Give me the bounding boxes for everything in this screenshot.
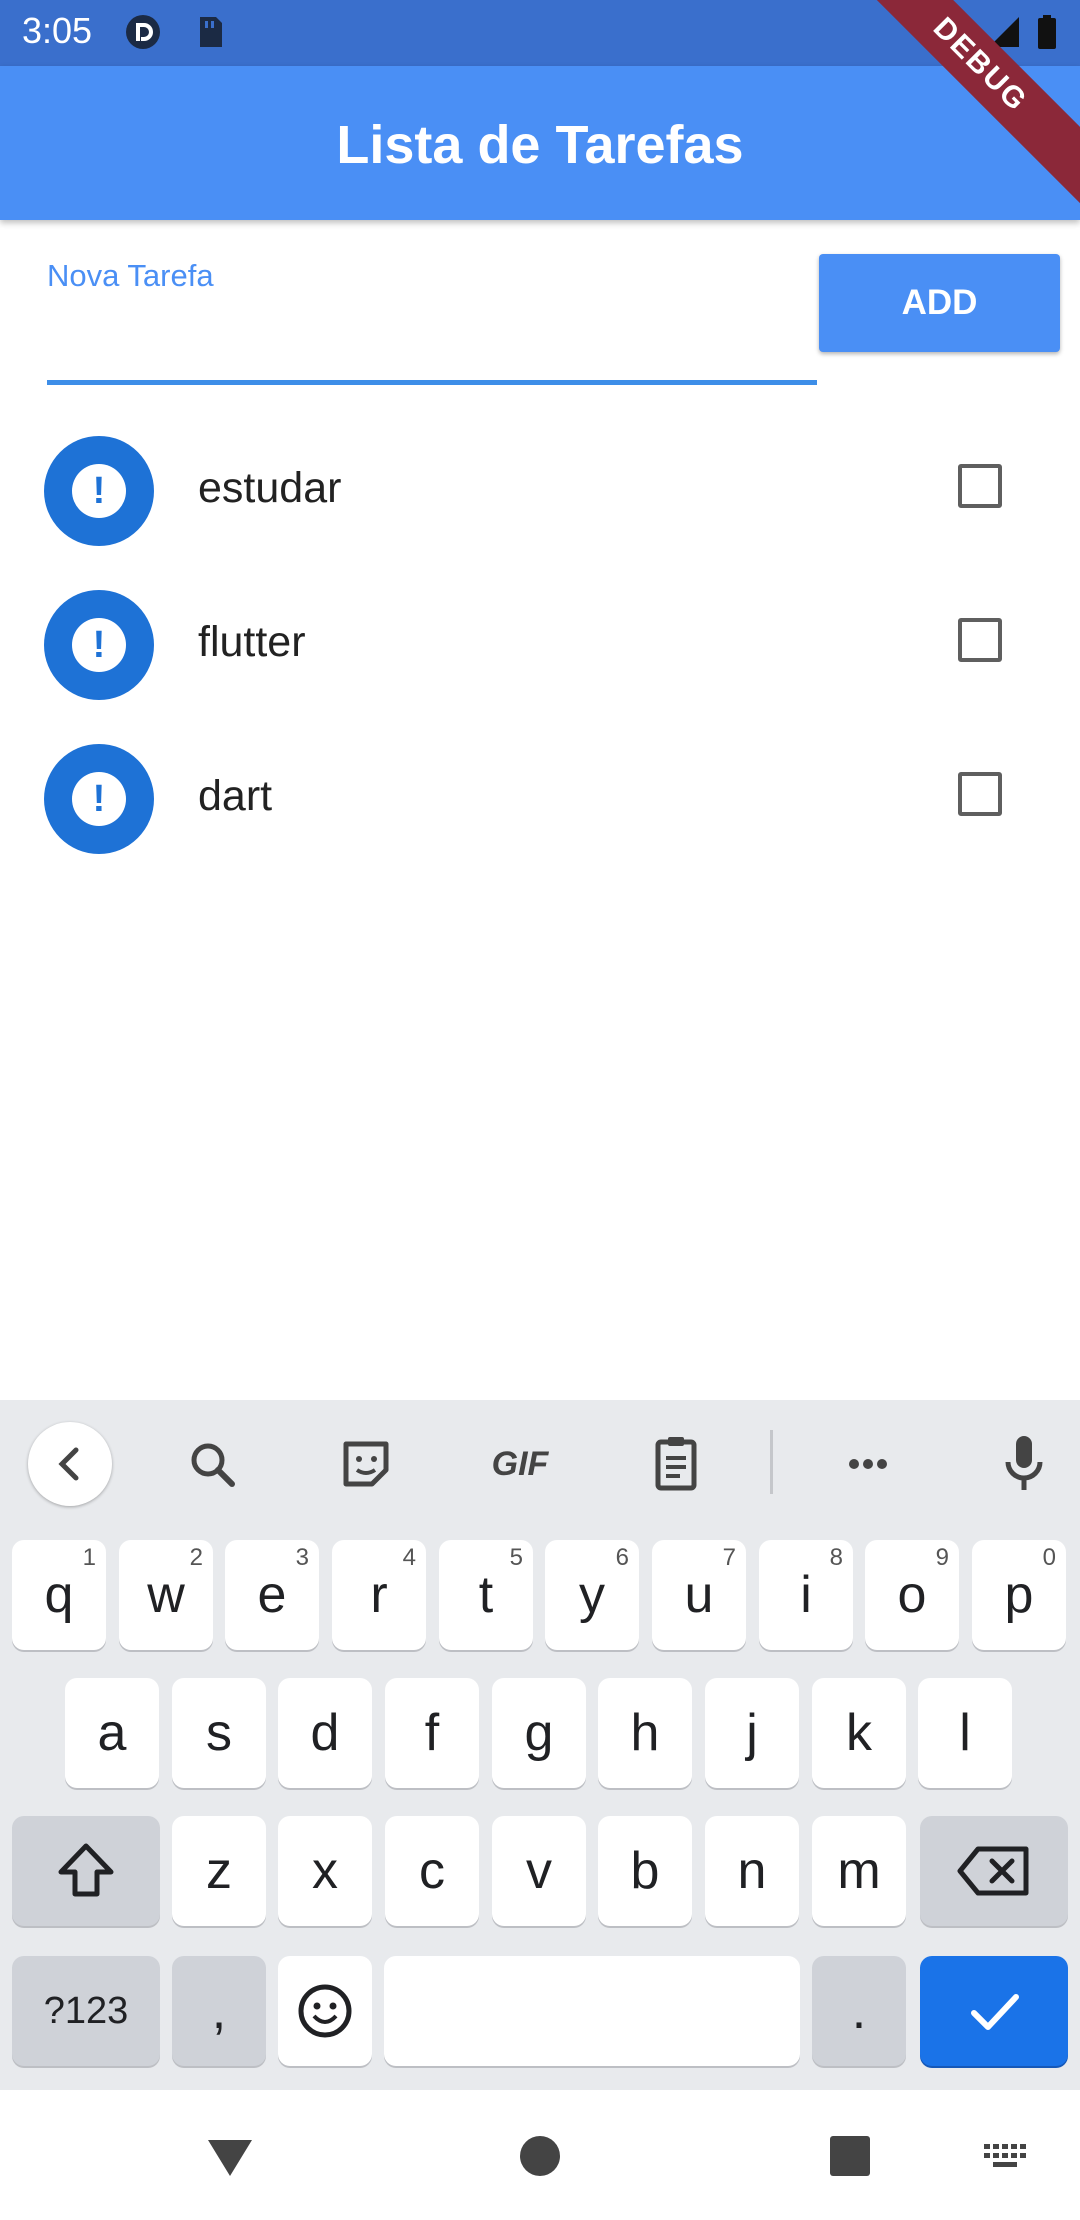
list-item[interactable]: ! dart xyxy=(0,722,1080,876)
task-text: dart xyxy=(198,772,273,820)
key-t[interactable]: t5 xyxy=(439,1540,533,1650)
key-j[interactable]: j xyxy=(705,1678,799,1788)
gif-icon[interactable]: GIF xyxy=(478,1422,562,1506)
key-f[interactable]: f xyxy=(385,1678,479,1788)
comma-key[interactable]: , xyxy=(172,1956,266,2066)
key-o[interactable]: o9 xyxy=(865,1540,959,1650)
key-a[interactable]: a xyxy=(65,1678,159,1788)
keyboard-switch-icon[interactable] xyxy=(976,2126,1036,2186)
symbols-key[interactable]: ?123 xyxy=(12,1956,160,2066)
cell-signal-icon xyxy=(985,13,1023,51)
key-s[interactable]: s xyxy=(172,1678,266,1788)
key-w[interactable]: w2 xyxy=(119,1540,213,1650)
error-icon: ! xyxy=(44,436,154,546)
pocket-casts-icon xyxy=(124,13,162,51)
task-checkbox[interactable] xyxy=(958,772,1002,816)
status-time: 3:05 xyxy=(22,10,93,51)
wifi-icon xyxy=(935,13,975,51)
keyboard: GIF q1 w2 e3 r4 t5 y6 u7 i8 o9 p0 a s d … xyxy=(0,1400,1080,2090)
list-item[interactable]: ! estudar xyxy=(0,414,1080,568)
shift-key[interactable] xyxy=(12,1816,160,1926)
status-bar: 3:05 xyxy=(0,0,1080,66)
task-checkbox[interactable] xyxy=(958,618,1002,662)
key-y[interactable]: y6 xyxy=(545,1540,639,1650)
key-r[interactable]: r4 xyxy=(332,1540,426,1650)
key-b[interactable]: b xyxy=(598,1816,692,1926)
new-task-label: Nova Tarefa xyxy=(47,258,214,293)
emoji-key[interactable] xyxy=(278,1956,372,2066)
error-icon: ! xyxy=(44,590,154,700)
new-task-input[interactable] xyxy=(47,300,817,385)
key-q[interactable]: q1 xyxy=(12,1540,106,1650)
battery-icon xyxy=(1036,13,1074,51)
list-item[interactable]: ! flutter xyxy=(0,568,1080,722)
key-n[interactable]: n xyxy=(705,1816,799,1926)
navigation-bar xyxy=(0,2090,1080,2220)
key-m[interactable]: m xyxy=(812,1816,906,1926)
key-p[interactable]: p0 xyxy=(972,1540,1066,1650)
enter-key[interactable] xyxy=(920,1956,1068,2066)
key-z[interactable]: z xyxy=(172,1816,266,1926)
key-d[interactable]: d xyxy=(278,1678,372,1788)
key-c[interactable]: c xyxy=(385,1816,479,1926)
key-e[interactable]: e3 xyxy=(225,1540,319,1650)
key-l[interactable]: l xyxy=(918,1678,1012,1788)
app-bar: Lista de Tarefas xyxy=(0,66,1080,220)
key-g[interactable]: g xyxy=(492,1678,586,1788)
sticker-icon[interactable] xyxy=(324,1422,408,1506)
mic-icon[interactable] xyxy=(982,1422,1066,1506)
add-button[interactable]: ADD xyxy=(819,254,1060,352)
search-icon[interactable] xyxy=(170,1422,254,1506)
backspace-key[interactable] xyxy=(920,1816,1068,1926)
error-icon: ! xyxy=(44,744,154,854)
key-x[interactable]: x xyxy=(278,1816,372,1926)
back-chevron-icon[interactable] xyxy=(28,1422,112,1506)
home-icon[interactable] xyxy=(510,2126,570,2186)
task-checkbox[interactable] xyxy=(958,464,1002,508)
space-key[interactable] xyxy=(384,1956,800,2066)
task-text: flutter xyxy=(198,618,306,666)
back-icon[interactable] xyxy=(200,2126,260,2186)
recents-icon[interactable] xyxy=(820,2126,880,2186)
period-key[interactable]: . xyxy=(812,1956,906,2066)
key-u[interactable]: u7 xyxy=(652,1540,746,1650)
toolbar-divider xyxy=(770,1430,773,1494)
page-title: Lista de Tarefas xyxy=(336,115,744,175)
task-text: estudar xyxy=(198,464,342,512)
clipboard-icon[interactable] xyxy=(634,1422,718,1506)
key-v[interactable]: v xyxy=(492,1816,586,1926)
key-h[interactable]: h xyxy=(598,1678,692,1788)
key-k[interactable]: k xyxy=(812,1678,906,1788)
more-icon[interactable] xyxy=(826,1422,910,1506)
key-i[interactable]: i8 xyxy=(759,1540,853,1650)
sd-card-icon xyxy=(190,13,228,51)
